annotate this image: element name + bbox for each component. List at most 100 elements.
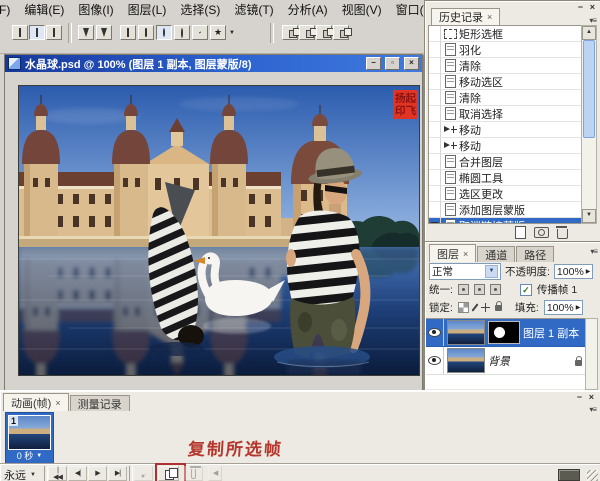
menu-item[interactable]: 视图(V) [335, 0, 389, 18]
history-state-row[interactable]: 清除 [429, 58, 581, 74]
tab-close-icon[interactable]: × [487, 12, 492, 22]
new-snapshot-icon[interactable] [534, 227, 549, 238]
propagate-frame-checkbox[interactable]: ✓ [520, 284, 532, 296]
layers-scrollbar[interactable] [585, 318, 598, 390]
polygon-tool-button[interactable] [174, 25, 190, 40]
exclude-shape-button[interactable] [333, 25, 349, 40]
tab-close-icon[interactable]: × [55, 398, 60, 408]
layer-thumbnail[interactable] [447, 320, 485, 345]
freeform-pen-button[interactable] [96, 25, 112, 40]
history-brush-source-cell[interactable] [429, 138, 441, 153]
animation-frame-1[interactable]: 1 0 秒 ▼ [5, 412, 54, 464]
history-brush-source-cell[interactable] [429, 186, 441, 201]
layers-panel-menu-icon[interactable]: ▾≡ [590, 247, 597, 256]
panel-minimize-button[interactable]: − [578, 3, 583, 12]
opacity-spinner-icon[interactable]: ▶ [586, 268, 591, 275]
shape-options-dropdown[interactable]: ▼ [229, 30, 235, 36]
unify-position-icon[interactable] [458, 284, 469, 295]
背景-button[interactable]: 背景 [426, 347, 586, 375]
panel-tab[interactable]: 通道 × [477, 246, 515, 262]
next-frame-button[interactable]: ▶| [108, 466, 127, 481]
history-state-row[interactable]: 选区更改 [429, 186, 581, 202]
panel-tab[interactable]: 测量记录 × [70, 395, 130, 411]
custom-shape-tool-button[interactable]: ★ [210, 25, 226, 40]
blend-mode-select[interactable]: 正常 ▼ [429, 263, 501, 280]
history-brush-source-cell[interactable] [429, 154, 441, 169]
history-state-row[interactable]: 羽化 [429, 42, 581, 58]
panel-resize-grip[interactable] [587, 470, 598, 481]
intersect-shape-button[interactable] [316, 25, 332, 40]
maximize-button[interactable]: ▫ [385, 57, 400, 70]
canvas-image[interactable]: 扬起 印飞 [18, 85, 420, 376]
loop-option-select[interactable]: 永远 ▼ [4, 467, 36, 481]
layer-visibility-cell[interactable] [426, 347, 444, 374]
frame-scroll-left-button[interactable]: ◀ [208, 466, 222, 481]
history-state-row[interactable]: 移动 [429, 122, 581, 138]
history-brush-source-cell[interactable] [429, 74, 441, 89]
history-brush-source-cell[interactable] [429, 42, 441, 57]
history-brush-source-cell[interactable] [429, 58, 441, 73]
history-state-row[interactable]: 取消链接蒙版 [429, 218, 581, 224]
history-state-row[interactable]: 椭圆工具 [429, 170, 581, 186]
subtract-from-shape-button[interactable] [299, 25, 315, 40]
layer-mask-thumbnail[interactable] [488, 321, 520, 344]
rounded-rectangle-tool-button[interactable] [138, 25, 154, 40]
menu-item[interactable]: 选择(S) [173, 0, 227, 18]
history-panel-menu-icon[interactable]: ▾≡ [589, 16, 596, 25]
scrollbar-thumb[interactable] [583, 40, 595, 138]
ellipse-tool-button[interactable] [156, 25, 172, 40]
animation-panel-menu-icon[interactable]: ▾≡ [589, 405, 596, 414]
history-scrollbar[interactable]: ▲ ▼ [581, 25, 597, 224]
previous-frame-button[interactable]: ◀| [68, 466, 87, 481]
panel-minimize-button[interactable]: − [577, 393, 582, 402]
menu-item[interactable]: 编辑(E) [17, 0, 71, 18]
fill-spinner-icon[interactable]: ▶ [576, 304, 581, 311]
history-state-row[interactable]: 移动选区 [429, 74, 581, 90]
history-state-row[interactable]: 添加图层蒙版 [429, 202, 581, 218]
history-state-row[interactable]: 取消选择 [429, 106, 581, 122]
play-button[interactable]: ▶ [88, 466, 107, 481]
document-titlebar[interactable]: 水晶球.psd @ 100% (图层 1 副本, 图层蒙版/8) − ▫ × [5, 55, 422, 72]
history-brush-source-cell[interactable] [429, 26, 441, 41]
menu-item[interactable]: 文件(F) [0, 0, 17, 18]
history-tab[interactable]: 历史记录 × [431, 8, 500, 25]
lock-all-icon[interactable] [495, 305, 502, 311]
history-brush-source-cell[interactable] [429, 122, 441, 137]
duplicate-selected-frames-button[interactable] [158, 466, 179, 481]
panel-close-button[interactable]: × [590, 3, 595, 12]
delete-state-icon[interactable] [557, 229, 568, 239]
paths-mode-button[interactable] [29, 25, 45, 40]
fill-input[interactable]: 100% ▶ [544, 300, 583, 315]
history-brush-source-cell[interactable] [429, 90, 441, 105]
scroll-up-icon[interactable]: ▲ [582, 26, 596, 40]
unify-visibility-icon[interactable] [474, 284, 485, 295]
menu-item[interactable]: 图像(I) [71, 0, 120, 18]
menu-item[interactable]: 滤镜(T) [227, 0, 280, 18]
history-brush-source-cell[interactable] [429, 170, 441, 185]
convert-to-timeline-button[interactable] [558, 469, 580, 481]
panel-close-button[interactable]: × [589, 393, 594, 402]
shape-layers-button[interactable] [12, 25, 28, 40]
fill-pixels-button[interactable] [46, 25, 62, 40]
tab-close-icon[interactable]: × [463, 249, 468, 259]
layer-thumbnail[interactable] [447, 348, 485, 373]
lock-transparency-icon[interactable] [458, 302, 469, 313]
history-brush-source-cell[interactable] [429, 106, 441, 121]
pen-tool-button[interactable] [78, 25, 94, 40]
menu-item[interactable]: 分析(A) [281, 0, 335, 18]
rectangle-tool-button[interactable] [120, 25, 136, 40]
scroll-down-icon[interactable]: ▼ [582, 209, 596, 223]
menu-item[interactable]: 图层(L) [121, 0, 174, 18]
new-document-from-state-icon[interactable] [515, 226, 526, 239]
delete-frame-button[interactable] [184, 466, 203, 481]
minimize-button[interactable]: − [366, 57, 381, 70]
tween-frames-button[interactable] [134, 466, 153, 481]
opacity-input[interactable]: 100% ▶ [554, 264, 593, 279]
frame-delay-select[interactable]: 0 秒 ▼ [6, 449, 53, 462]
close-button[interactable]: × [404, 57, 419, 70]
line-tool-button[interactable] [192, 25, 208, 40]
first-frame-button[interactable]: |◀◀ [48, 466, 67, 481]
history-brush-source-cell[interactable] [429, 202, 441, 217]
menu-item[interactable]: 窗口(W) [389, 0, 424, 18]
图层 1 副本-button[interactable]: 图层 1 副本 [426, 319, 586, 347]
